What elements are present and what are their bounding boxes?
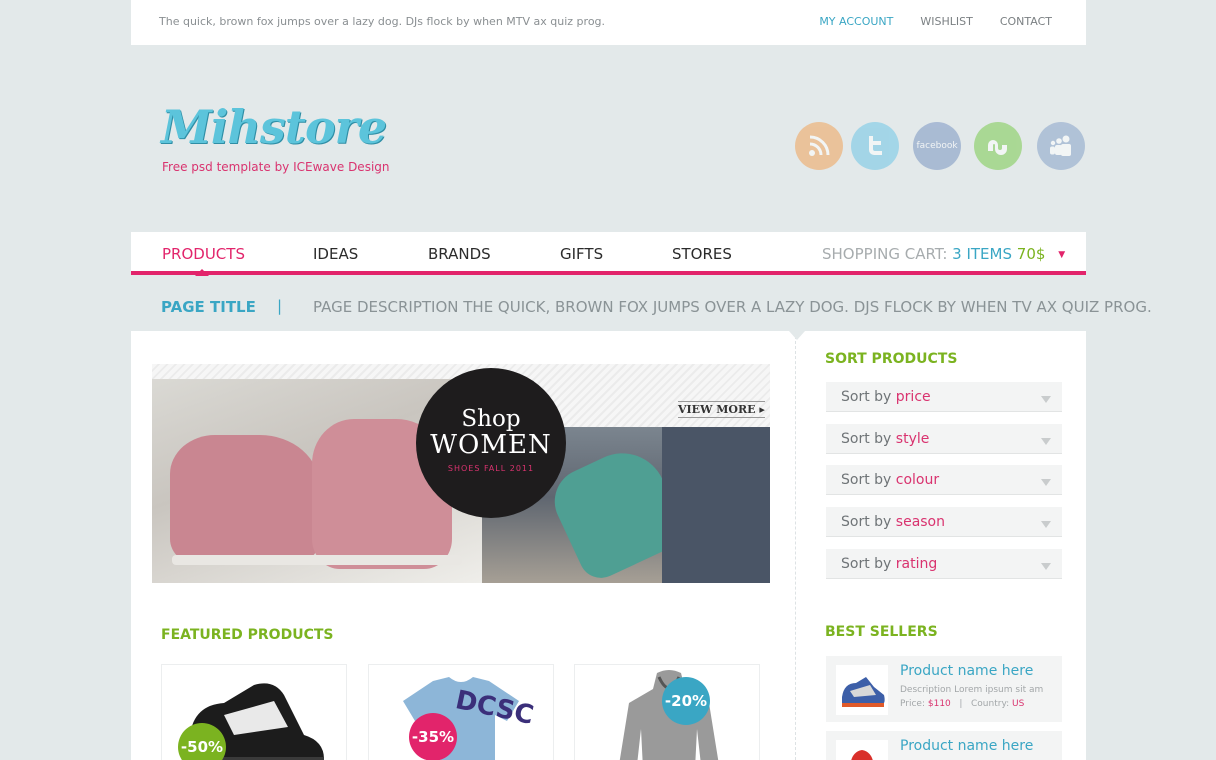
- nav-active-indicator: [195, 269, 209, 276]
- chevron-down-icon: [1041, 521, 1051, 528]
- product-card[interactable]: -20%: [574, 664, 760, 760]
- discount-badge: -20%: [662, 677, 710, 725]
- sort-by-price-select[interactable]: Sort by price: [826, 382, 1062, 412]
- best-sellers-title: BEST SELLERS: [825, 624, 938, 640]
- sort-prefix: Sort by: [841, 514, 892, 530]
- rss-icon[interactable]: [795, 122, 843, 170]
- logo-subtitle: Free psd template by ICEwave Design: [162, 160, 390, 174]
- twitter-icon[interactable]: [851, 122, 899, 170]
- product-card[interactable]: -50%: [161, 664, 347, 760]
- sort-prefix: Sort by: [841, 431, 892, 447]
- shop-women-circle[interactable]: Shop WOMEN SHOES FALL 2011: [416, 368, 566, 518]
- sort-key: season: [895, 514, 945, 530]
- page-description: PAGE DESCRIPTION THE QUICK, BROWN FOX JU…: [313, 298, 1152, 316]
- sneaker-sole: [172, 555, 462, 565]
- facebook-icon[interactable]: facebook: [913, 122, 961, 170]
- product-meta: Price: $110 | Country: US: [900, 699, 1024, 709]
- title-separator: |: [277, 297, 283, 315]
- nav-products[interactable]: PRODUCTS: [162, 245, 245, 263]
- cart-label: SHOPPING CART:: [822, 245, 948, 263]
- main-nav: PRODUCTS IDEAS BRANDS GIFTS STORES SHOPP…: [131, 232, 1086, 276]
- contact-link[interactable]: CONTACT: [1000, 15, 1052, 28]
- sort-key: price: [895, 389, 931, 405]
- nav-ideas[interactable]: IDEAS: [313, 245, 358, 263]
- sort-by-season-select[interactable]: Sort by season: [826, 507, 1062, 537]
- chevron-down-icon: [1041, 479, 1051, 486]
- country-label: Country:: [971, 699, 1010, 709]
- product-thumbnail[interactable]: [836, 665, 888, 715]
- sort-key: colour: [895, 472, 940, 488]
- product-card[interactable]: DCSC -35%: [368, 664, 554, 760]
- top-links: MY ACCOUNT WISHLIST CONTACT: [819, 15, 1052, 28]
- sort-by-rating-select[interactable]: Sort by rating: [826, 549, 1062, 579]
- sneaker-thumbnail-image: [842, 677, 885, 707]
- banner-line-women: WOMEN: [430, 430, 552, 460]
- shopping-cart[interactable]: SHOPPING CART: 3 ITEMS 70$ ▼: [822, 245, 1065, 263]
- sort-by-style-select[interactable]: Sort by style: [826, 424, 1062, 454]
- red-shoe-thumbnail-image: [851, 750, 873, 760]
- price-label: Price:: [900, 699, 925, 709]
- view-more-link[interactable]: VIEW MORE ▸: [678, 401, 765, 418]
- discount-badge: -35%: [409, 713, 457, 760]
- cart-dropdown-icon[interactable]: ▼: [1058, 250, 1065, 260]
- sort-label: Sort by rating: [841, 556, 937, 572]
- banner-line-shop: Shop: [461, 406, 521, 432]
- sort-label: Sort by price: [841, 389, 931, 405]
- best-seller-item[interactable]: Product name here Description Lorem ipsu…: [826, 656, 1062, 722]
- meta-separator: |: [959, 699, 963, 709]
- facebook-icon-label: facebook: [916, 141, 958, 151]
- cart-items-count: 3 ITEMS: [952, 245, 1012, 263]
- sort-prefix: Sort by: [841, 472, 892, 488]
- pink-sneaker-left: [170, 435, 320, 565]
- sort-key: rating: [895, 556, 938, 572]
- best-seller-item[interactable]: Product name here: [826, 731, 1062, 760]
- top-tagline: The quick, brown fox jumps over a lazy d…: [159, 15, 606, 28]
- featured-products-title: FEATURED PRODUCTS: [161, 627, 334, 643]
- site-logo[interactable]: Mihstore: [161, 100, 387, 154]
- chevron-down-icon: [1041, 396, 1051, 403]
- page-title: PAGE TITLE: [161, 298, 256, 316]
- page-title-bar: PAGE TITLE | PAGE DESCRIPTION THE QUICK,…: [131, 279, 1152, 331]
- sort-label: Sort by style: [841, 431, 929, 447]
- country-value: US: [1012, 699, 1025, 709]
- product-name-link[interactable]: Product name here: [900, 663, 1033, 679]
- sort-products-title: SORT PRODUCTS: [825, 351, 958, 367]
- chevron-down-icon: [1041, 438, 1051, 445]
- stumbleupon-icon[interactable]: [974, 122, 1022, 170]
- nav-brands[interactable]: BRANDS: [428, 245, 491, 263]
- promo-banner[interactable]: Shop WOMEN SHOES FALL 2011 VIEW MORE ▸: [152, 364, 770, 583]
- sort-label: Sort by season: [841, 514, 945, 530]
- my-account-link[interactable]: MY ACCOUNT: [819, 15, 893, 28]
- sort-prefix: Sort by: [841, 556, 892, 572]
- wishlist-link[interactable]: WISHLIST: [920, 15, 972, 28]
- price-value: $110: [927, 699, 951, 709]
- sort-by-colour-select[interactable]: Sort by colour: [826, 465, 1062, 495]
- top-bar: The quick, brown fox jumps over a lazy d…: [131, 0, 1086, 45]
- cart-total: 70$: [1016, 245, 1046, 263]
- sort-label: Sort by colour: [841, 472, 939, 488]
- sidebar-notch: [789, 331, 805, 340]
- nav-gifts[interactable]: GIFTS: [560, 245, 603, 263]
- product-name-link[interactable]: Product name here: [900, 738, 1033, 754]
- nav-stores[interactable]: STORES: [672, 245, 732, 263]
- banner-line-season: SHOES FALL 2011: [447, 464, 535, 473]
- product-description: Description Lorem ipsum sit am: [900, 685, 1044, 695]
- jeans: [662, 427, 770, 583]
- sort-prefix: Sort by: [841, 389, 892, 405]
- product-thumbnail[interactable]: [836, 740, 888, 760]
- chevron-down-icon: [1041, 563, 1051, 570]
- myspace-icon[interactable]: [1037, 122, 1085, 170]
- sort-key: style: [895, 431, 930, 447]
